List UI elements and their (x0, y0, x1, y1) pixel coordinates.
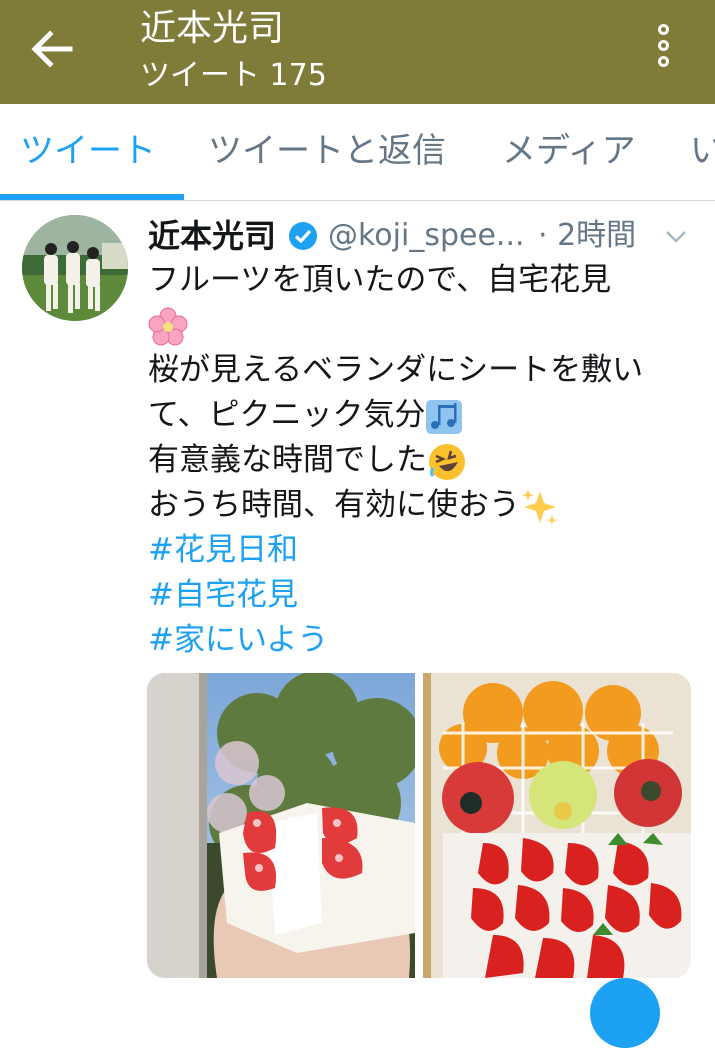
tab-likes[interactable]: い (690, 126, 715, 176)
hashtag-link[interactable]: #花見日和 (148, 532, 298, 568)
tweet-line-with-emoji: おうち時間、有効に使おう (148, 483, 703, 528)
tweet-line-text: おうち時間、有効に使おう (148, 487, 520, 523)
tweet-line-with-emoji: 有意義な時間でした (148, 438, 703, 483)
tweet-line-text: て、ピクニック気分 (148, 397, 426, 433)
tweet-line-with-emoji: て、ピクニック気分 (148, 393, 703, 438)
tab-tweets[interactable]: ツイート (20, 126, 156, 176)
more-options-button[interactable] (648, 24, 678, 76)
tweet-line: フルーツを頂いたので、自宅花見 (148, 262, 612, 298)
tab-tweets-and-replies[interactable]: ツイートと返信 (208, 126, 446, 176)
active-tab-indicator (0, 194, 184, 200)
rolling-laughing-icon (429, 443, 465, 480)
tweet-photo-fruit-sandwich[interactable] (147, 673, 415, 978)
arrow-left-icon (31, 30, 73, 68)
hashtag-link[interactable]: #自宅花見 (148, 577, 298, 613)
tweet-photo-fruit-box[interactable] (423, 673, 691, 978)
profile-tabs: ツイート ツイートと返信 メディア い (0, 104, 715, 201)
hashtag-line: #自宅花見 (148, 573, 703, 618)
tweet-line: 桜が見えるベランダにシートを敷い (148, 352, 644, 388)
hashtag-link[interactable]: #家にいよう (148, 622, 328, 658)
cherry-blossom-icon (148, 307, 188, 345)
musical-notes-icon (426, 399, 463, 434)
tab-media[interactable]: メディア (502, 126, 636, 176)
tweet-line-text: 有意義な時間でした (148, 442, 427, 478)
tweet-text: フルーツを頂いたので、自宅花見 桜が見えるベランダにシートを敷い て、ピクニック… (148, 258, 703, 663)
compose-tweet-button[interactable] (590, 978, 660, 1048)
avatar[interactable] (22, 215, 128, 321)
author-name[interactable]: 近本光司 (148, 212, 276, 260)
tweet-timestamp[interactable]: · 2時間 (538, 212, 636, 260)
chevron-down-icon[interactable] (664, 226, 688, 246)
sparkles-icon (522, 488, 557, 525)
author-handle[interactable]: @koji_spee... (328, 212, 525, 260)
hashtag-line: #家にいよう (148, 618, 703, 663)
verified-badge-icon (289, 222, 317, 250)
tweet-count: ツイート 175 (140, 58, 327, 93)
profile-title: 近本光司 (140, 8, 285, 49)
app-header: 近本光司 ツイート 175 (0, 0, 715, 104)
tweet-emoji-line (148, 303, 703, 348)
more-vertical-icon (648, 24, 678, 67)
tweet-header: 近本光司 @koji_spee... · 2時間 (148, 212, 708, 260)
hashtag-line: #花見日和 (148, 528, 703, 573)
back-button[interactable] (26, 26, 78, 72)
